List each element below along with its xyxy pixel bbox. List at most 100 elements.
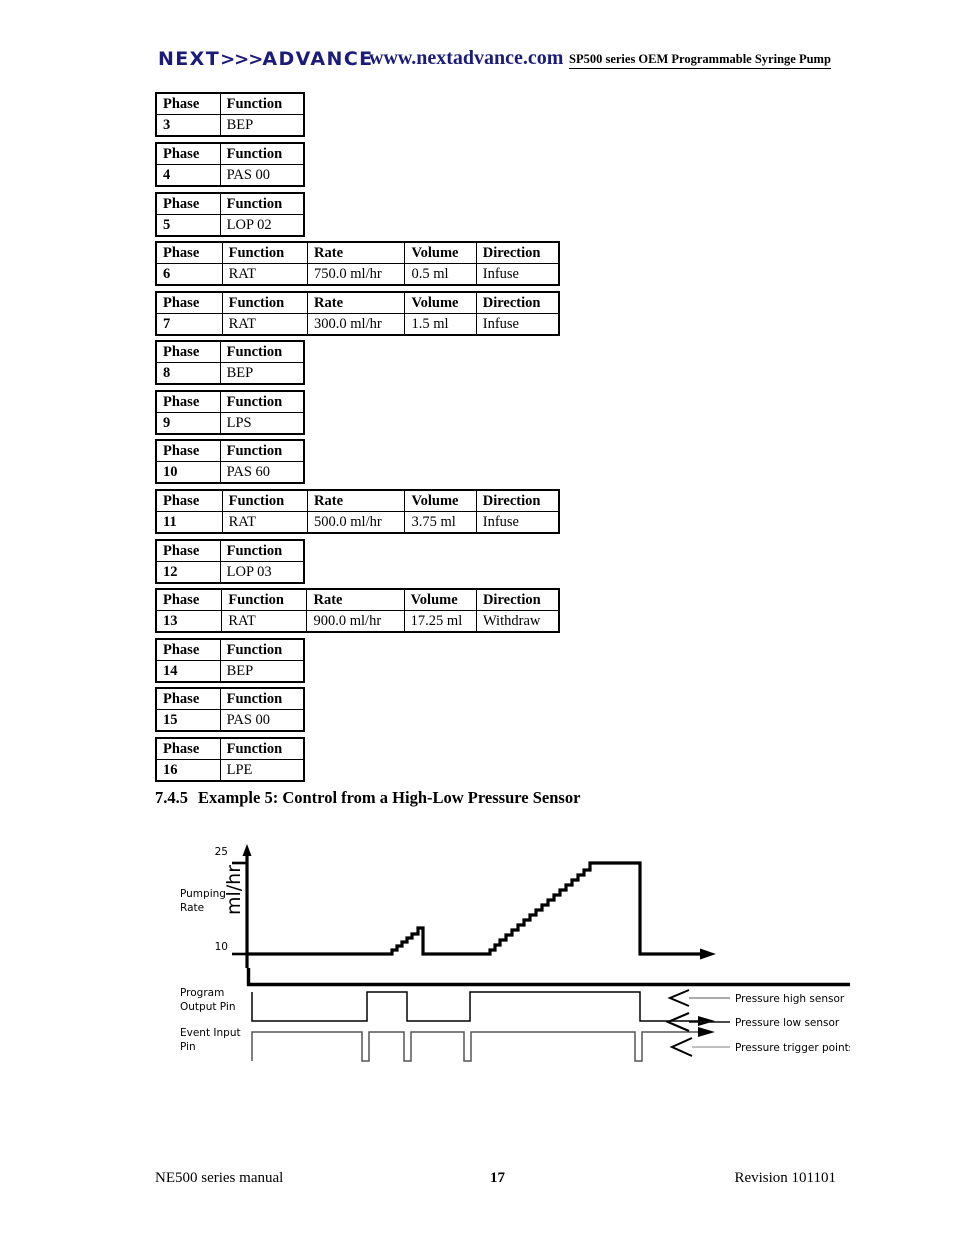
table-header-row: Phase Function Rate Volume Direction [155, 241, 560, 264]
phase-table: Phase Function 3 BEP [155, 92, 305, 137]
table-cell-function: LOP 03 [219, 561, 305, 584]
company-website-link[interactable]: www.nextadvance.com [369, 47, 563, 70]
footer-page-number: 17 [490, 1170, 505, 1186]
table-header-row: Phase Function Rate Volume Direction [155, 489, 560, 512]
logo-text-next: NEXT [158, 48, 221, 70]
chart-tick-label-bottom: 10 [215, 941, 228, 953]
row-label-pumping-rate-line2: Rate [180, 902, 204, 914]
phase-table: Phase Function 12 LOP 03 [155, 539, 305, 584]
table-row: 15 PAS 00 [155, 709, 305, 732]
table-header-cell: Phase [155, 192, 221, 215]
table-cell-direction: Infuse [475, 263, 560, 286]
page-footer: NE500 series manual 17 Revision 101101 [0, 1170, 954, 1194]
table-header-row: Phase Function [155, 192, 305, 215]
section-number: 7.4.5 [155, 788, 188, 807]
table-cell-function: BEP [219, 660, 305, 683]
annotation-pressure-trigger-label: Pressure trigger points [735, 1042, 850, 1054]
annotation-pressure-high: Pressure high sensor [667, 989, 845, 1007]
table-header-cell: Phase [155, 439, 221, 462]
table-row: 9 LPS [155, 412, 305, 435]
section-heading: 7.4.5 Example 5: Control from a High-Low … [155, 788, 580, 808]
footer-revision: Revision 101101 [734, 1170, 836, 1186]
table-cell-rate: 300.0 ml/hr [307, 313, 406, 336]
logo-chevrons-icon: >>> [220, 49, 263, 70]
table-header-cell: Direction [475, 489, 560, 512]
company-logo: NEXT>>>ADVANCE [158, 48, 374, 70]
row-label-event-input-line2: Pin [180, 1041, 196, 1053]
table-cell-function: BEP [219, 114, 305, 137]
table-header-cell: Function [221, 489, 309, 512]
table-header-row: Phase Function [155, 687, 305, 710]
table-header-cell: Phase [155, 539, 221, 562]
row-label-event-input-line1: Event Input [180, 1027, 241, 1039]
table-cell-direction: Infuse [475, 313, 560, 336]
event-input-arrowhead-icon [698, 1027, 715, 1037]
phase-table: Phase Function Rate Volume Direction 13 RAT 900… [155, 588, 560, 633]
phase-table: Phase Function Rate Volume Direction 6 RAT 750.… [155, 241, 560, 286]
table-row: 7 RAT 300.0 ml/hr 1.5 ml Infuse [155, 313, 560, 336]
phase-table: Phase Function 4 PAS 00 [155, 142, 305, 187]
table-cell-direction: Withdraw [475, 610, 560, 633]
table-cell-volume: 0.5 ml [404, 263, 477, 286]
table-header-cell: Function [219, 737, 305, 760]
phase-table: Phase Function 15 PAS 00 [155, 687, 305, 732]
table-row: 13 RAT 900.0 ml/hr 17.25 ml Withdraw [155, 610, 560, 633]
table-header-cell: Rate [307, 489, 406, 512]
section-title: Example 5: Control from a High-Low Press… [198, 788, 581, 807]
table-header-cell: Function [219, 687, 305, 710]
table-header-cell: Rate [306, 588, 405, 611]
table-cell-volume: 3.75 ml [404, 511, 477, 534]
table-header-cell: Function [219, 638, 305, 661]
table-cell-function: PAS 00 [219, 709, 305, 732]
table-header-row: Phase Function [155, 390, 305, 413]
table-row: 10 PAS 60 [155, 461, 305, 484]
table-header-cell: Direction [475, 291, 560, 314]
table-cell-rate: 500.0 ml/hr [307, 511, 406, 534]
table-cell-function: RAT [221, 313, 309, 336]
table-cell-rate: 900.0 ml/hr [306, 610, 405, 633]
table-header-cell: Function [219, 142, 305, 165]
chart-x-axis-baseline [246, 968, 850, 987]
table-header-cell: Rate [307, 291, 406, 314]
table-header-row: Phase Function [155, 92, 305, 115]
table-row: 14 BEP [155, 660, 305, 683]
annotation-pressure-low-label: Pressure low sensor [735, 1017, 840, 1029]
table-header-cell: Phase [155, 390, 221, 413]
table-cell-function: PAS 00 [219, 164, 305, 187]
table-row: 12 LOP 03 [155, 561, 305, 584]
table-header-row: Phase Function [155, 539, 305, 562]
table-header-row: Phase Function [155, 439, 305, 462]
table-header-cell: Phase [155, 142, 221, 165]
table-header-cell: Function [221, 241, 309, 264]
table-cell-phase: 13 [155, 610, 223, 633]
table-header-cell: Phase [155, 588, 223, 611]
table-cell-function: RAT [221, 263, 309, 286]
header-subtitle: SP500 series OEM Programmable Syringe Pu… [569, 52, 831, 69]
pumping-rate-waveform [247, 861, 708, 956]
table-cell-volume: 1.5 ml [404, 313, 477, 336]
table-cell-phase: 5 [155, 214, 221, 237]
table-header-cell: Phase [155, 241, 223, 264]
table-cell-phase: 16 [155, 759, 221, 782]
table-row: 8 BEP [155, 362, 305, 385]
pumping-rate-arrowhead-icon [700, 948, 716, 960]
table-header-cell: Volume [403, 588, 477, 611]
table-header-row: Phase Function Rate Volume Direction [155, 588, 560, 611]
table-cell-phase: 15 [155, 709, 221, 732]
row-label-program-output-line1: Program [180, 987, 224, 999]
table-cell-phase: 7 [155, 313, 223, 336]
table-header-row: Phase Function [155, 737, 305, 760]
table-header-cell: Function [219, 92, 305, 115]
annotation-pressure-low: Pressure low sensor [665, 1012, 840, 1032]
phase-table: Phase Function 16 LPE [155, 737, 305, 782]
table-header-cell: Direction [475, 588, 560, 611]
table-row: 16 LPE [155, 759, 305, 782]
table-row: 3 BEP [155, 114, 305, 137]
chart-y-axis-label: ml/hr [223, 865, 245, 915]
logo-text-advance: ADVANCE [262, 48, 374, 70]
table-header-cell: Volume [404, 241, 477, 264]
table-header-row: Phase Function Rate Volume Direction [155, 291, 560, 314]
table-cell-rate: 750.0 ml/hr [307, 263, 406, 286]
table-row: 4 PAS 00 [155, 164, 305, 187]
phase-table: Phase Function Rate Volume Direction 11 RAT 500… [155, 489, 560, 534]
